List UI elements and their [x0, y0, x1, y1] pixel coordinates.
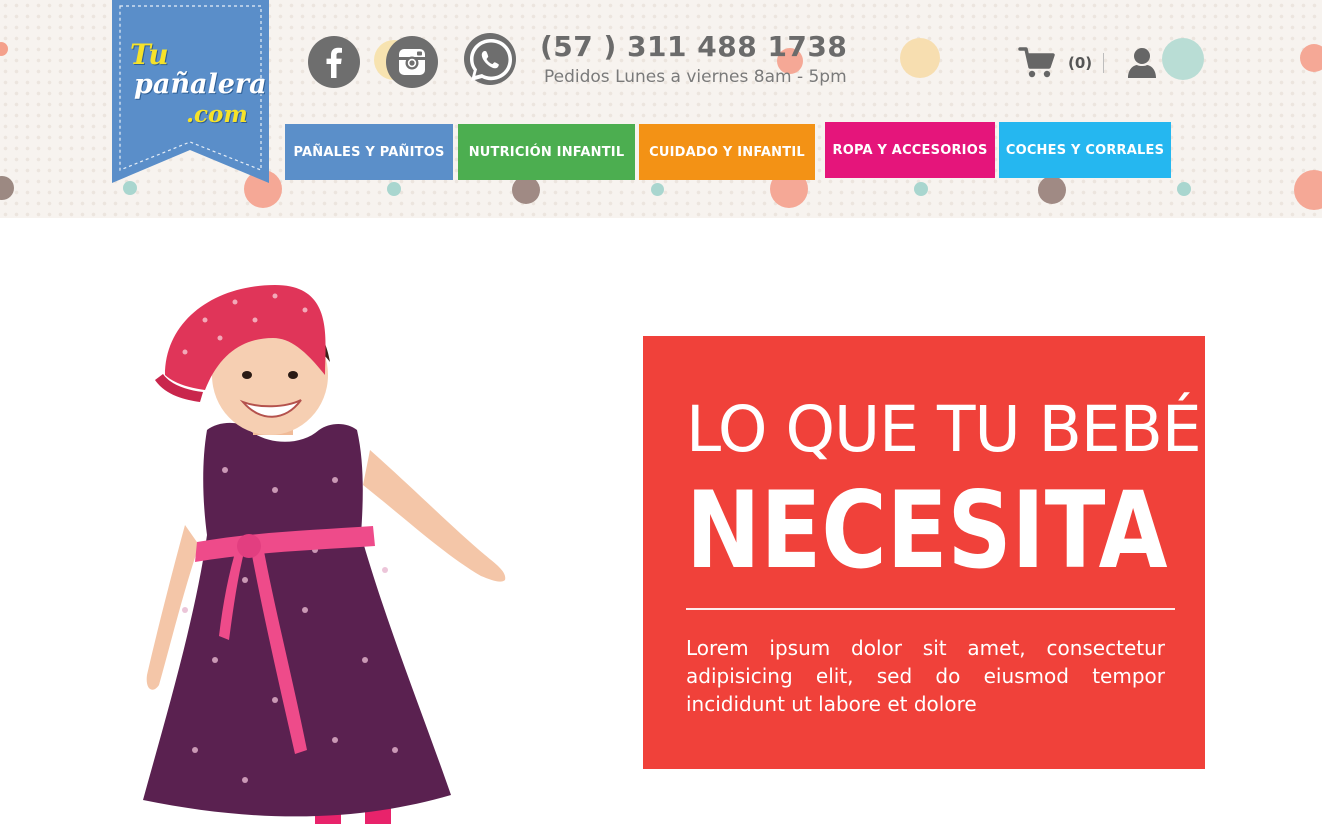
cart-icon — [1018, 47, 1055, 78]
logo-line-3: .com — [186, 101, 248, 128]
promo-body-text: Lorem ipsum dolor sit amet, consectetur … — [686, 636, 1165, 716]
decor-dot — [387, 182, 401, 196]
decor-dot — [914, 182, 928, 196]
promo-headline-top: LO QUE TU BEBÉ — [686, 393, 1202, 466]
logo-line-1: Tu — [130, 38, 169, 71]
promo-panel: LO QUE TU BEBÉ NECESITA Lorem ipsum dolo… — [643, 336, 1205, 769]
account-button[interactable] — [1126, 46, 1158, 85]
child-model-image — [143, 285, 506, 824]
facebook-icon — [326, 47, 342, 78]
whatsapp-link[interactable] — [464, 33, 516, 85]
phone-number[interactable]: (57 ) 311 488 1738 — [540, 30, 847, 63]
decor-dot — [1177, 182, 1191, 196]
site-header: Tu pañalera .com (57 ) 311 488 1738 Pedi… — [0, 0, 1322, 218]
nav-nutricion[interactable]: NUTRICIÓN INFANTIL — [458, 124, 635, 180]
decor-dot — [1038, 176, 1066, 204]
logo-line-2: pañalera — [134, 69, 267, 100]
cart-count[interactable]: (0) — [1068, 54, 1092, 72]
user-icon — [1128, 48, 1156, 78]
logo-wordmark: Tu pañalera .com — [126, 38, 267, 130]
whatsapp-icon — [470, 39, 512, 81]
decor-dot — [651, 183, 664, 196]
promo-divider — [686, 608, 1175, 610]
decor-dot — [123, 181, 137, 195]
decor-dot — [512, 176, 540, 204]
facebook-link[interactable] — [308, 36, 360, 88]
site-logo[interactable]: Tu pañalera .com — [112, 0, 269, 183]
decor-dot — [0, 176, 14, 200]
order-hours: Pedidos Lunes a viernes 8am - 5pm — [544, 67, 847, 87]
nav-panales[interactable]: PAÑALES Y PAÑITOS — [285, 124, 453, 180]
instagram-link[interactable] — [386, 36, 438, 88]
nav-ropa[interactable]: ROPA Y ACCESORIOS — [825, 122, 995, 178]
decor-dot — [1162, 38, 1204, 80]
decor-dot — [900, 38, 940, 78]
header-divider — [1103, 53, 1104, 73]
decor-dot — [1294, 170, 1322, 210]
decor-dot — [0, 42, 8, 56]
nav-cuidado[interactable]: CUIDADO Y INFANTIL — [639, 124, 815, 180]
nav-coches[interactable]: COCHES Y CORRALES — [999, 122, 1171, 178]
cart-button[interactable] — [1018, 46, 1058, 85]
instagram-icon — [399, 49, 425, 75]
promo-headline-main: NECESITA — [686, 469, 1168, 592]
decor-dot — [1300, 44, 1322, 72]
